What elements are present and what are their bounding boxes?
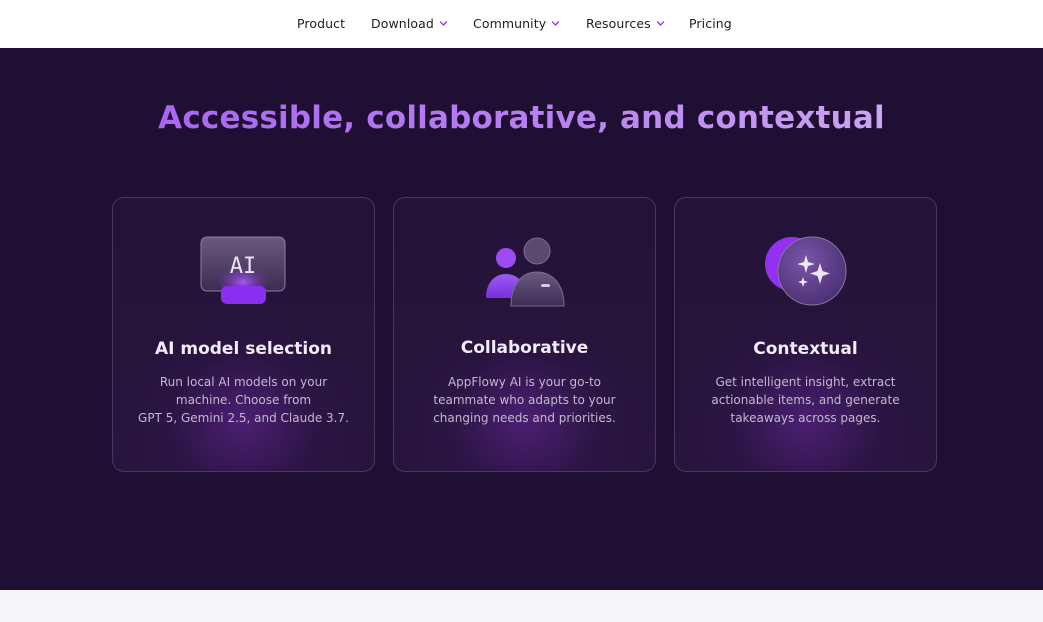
feature-card-ai-model: AI AI model selection Run local AI model…	[112, 197, 375, 472]
card-title: Collaborative	[460, 338, 589, 358]
chevron-down-icon	[551, 19, 560, 28]
feature-card-collaborative: Collaborative AppFlowy AI is your go-to …	[393, 197, 656, 472]
nav-item-label: Community	[473, 15, 547, 31]
card-title: Contextual	[753, 339, 858, 359]
next-section	[0, 590, 1043, 622]
nav-item-community[interactable]: Community	[473, 14, 560, 32]
nav-item-label: Resources	[586, 15, 651, 31]
nav-item-label: Product	[297, 15, 346, 31]
chevron-down-icon	[656, 19, 665, 28]
ai-chip-icon: AI	[113, 234, 374, 316]
card-description: Run local AI models on your machine. Cho…	[138, 375, 349, 425]
features-section: Accessible, collaborative, and contextua…	[0, 48, 1043, 590]
nav-item-pricing[interactable]: Pricing	[689, 14, 732, 32]
sparkles-icon	[675, 234, 936, 316]
card-title: AI model selection	[154, 339, 333, 359]
card-description: Get intelligent insight, extract actiona…	[711, 375, 900, 425]
nav-item-resources[interactable]: Resources	[586, 14, 665, 32]
svg-text:AI: AI	[230, 254, 257, 279]
card-description: AppFlowy AI is your go-to teammate who a…	[433, 375, 616, 425]
nav-item-label: Download	[371, 15, 434, 31]
top-nav: Product Download Community Resources Pri…	[0, 0, 1043, 48]
nav-item-product[interactable]: Product	[297, 14, 345, 32]
nav-item-label: Pricing	[689, 15, 732, 31]
feature-card-contextual: Contextual Get intelligent insight, extr…	[674, 197, 937, 472]
section-title: Accessible, collaborative, and contextua…	[0, 100, 1043, 136]
users-icon	[394, 234, 655, 316]
nav-item-download[interactable]: Download	[371, 14, 448, 32]
chevron-down-icon	[439, 19, 448, 28]
